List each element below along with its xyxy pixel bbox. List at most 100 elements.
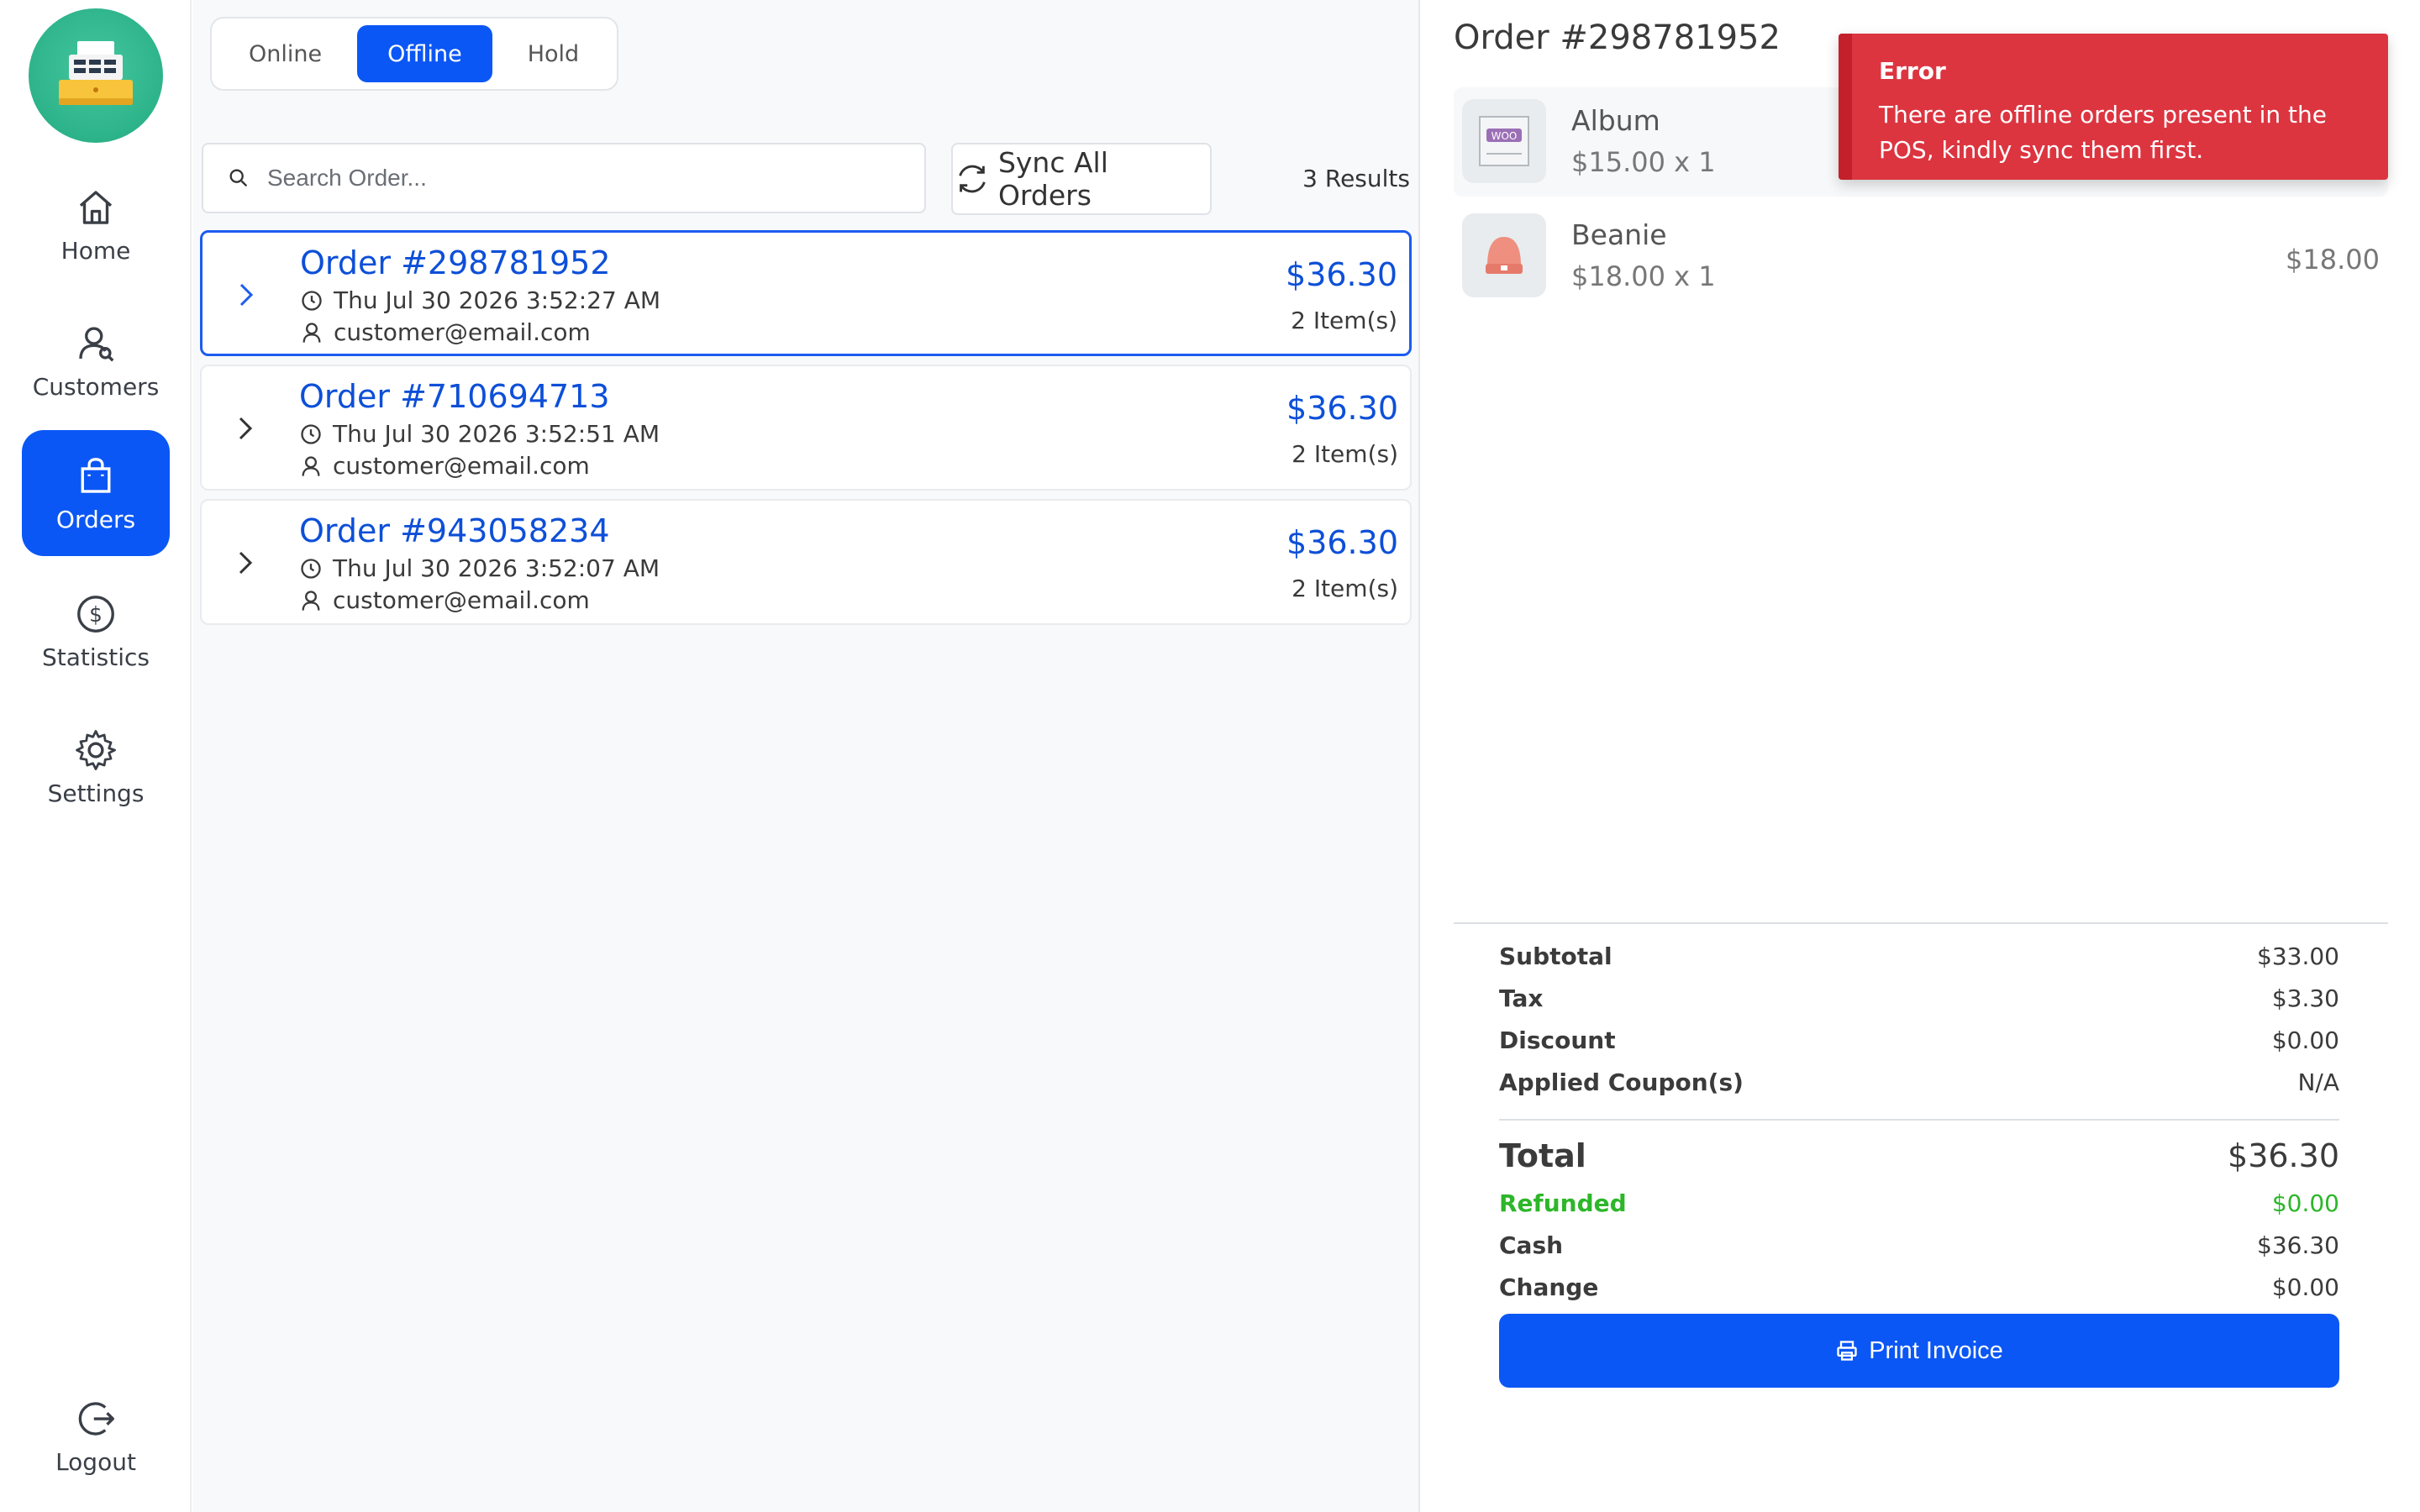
order-datetime: Thu Jul 30 2026 3:52:07 AM — [333, 554, 660, 582]
order-detail-title: Order #298781952 — [1454, 18, 1781, 57]
svg-text:$: $ — [89, 602, 103, 627]
sidebar-item-settings[interactable]: Settings — [22, 704, 170, 830]
sidebar-item-statistics[interactable]: $ Statistics — [22, 568, 170, 694]
total-row: Total $36.30 — [1499, 1137, 2339, 1174]
order-email-row: customer@email.com — [299, 586, 590, 614]
search-icon — [229, 169, 248, 187]
orders-list-panel: Online Offline Hold Sync All Orders 3 Re… — [193, 0, 1420, 1512]
toast-title: Error — [1879, 57, 1946, 85]
print-invoice-button[interactable]: Print Invoice — [1499, 1314, 2339, 1388]
clock-icon — [301, 423, 321, 444]
order-card[interactable]: Order #710694713 Thu Jul 30 2026 3:52:51… — [200, 365, 1412, 491]
line-item-name: Album — [1571, 104, 1660, 137]
svg-text:WOO: WOO — [1491, 130, 1518, 142]
tab-online[interactable]: Online — [218, 25, 352, 82]
subtotal-value: $33.00 — [2257, 942, 2339, 970]
subtotal-label: Subtotal — [1499, 942, 1612, 970]
order-status-tabs: Online Offline Hold — [210, 17, 618, 91]
print-invoice-label: Print Invoice — [1869, 1336, 2003, 1364]
order-email: customer@email.com — [334, 318, 591, 346]
tab-offline[interactable]: Offline — [357, 25, 492, 82]
beanie-icon — [1486, 237, 1523, 274]
sync-label: Sync All Orders — [997, 146, 1108, 212]
discount-label: Discount — [1499, 1026, 1616, 1054]
toast-message: There are offline orders present in the … — [1879, 101, 2327, 164]
tax-row: Tax $3.30 — [1499, 984, 2339, 1012]
tax-value: $3.30 — [2271, 984, 2339, 1012]
tax-label: Tax — [1499, 984, 1544, 1012]
sidebar-item-home[interactable]: Home — [22, 161, 170, 287]
line-item-price-qty: $15.00 x 1 — [1571, 146, 1716, 178]
error-toast[interactable]: Error There are offline orders present i… — [1839, 34, 2388, 180]
total-divider — [1499, 1119, 2339, 1121]
chevron-right-icon — [239, 551, 253, 575]
order-id: Order #298781952 — [300, 244, 611, 281]
order-datetime: Thu Jul 30 2026 3:52:51 AM — [333, 420, 660, 448]
sync-icon — [959, 165, 986, 193]
clock-icon — [301, 558, 321, 579]
cash-register-icon — [59, 41, 133, 105]
order-datetime-row: Thu Jul 30 2026 3:52:27 AM — [300, 286, 660, 314]
order-id: Order #710694713 — [299, 378, 610, 415]
order-email: customer@email.com — [333, 452, 590, 480]
sidebar-item-label: Statistics — [42, 643, 150, 671]
clock-icon — [302, 290, 322, 311]
sidebar-item-label: Settings — [47, 779, 145, 807]
order-datetime-row: Thu Jul 30 2026 3:52:51 AM — [299, 420, 660, 448]
refunded-row: Refunded $0.00 — [1499, 1189, 2339, 1217]
search-input[interactable] — [267, 165, 906, 192]
user-icon — [302, 455, 320, 476]
sidebar-item-customers[interactable]: Customers — [22, 297, 170, 423]
cash-value: $36.30 — [2257, 1231, 2339, 1259]
coupon-label: Applied Coupon(s) — [1499, 1068, 1744, 1096]
discount-value: $0.00 — [2271, 1026, 2339, 1054]
printer-icon — [1837, 1341, 1857, 1361]
total-value: $36.30 — [2228, 1137, 2339, 1174]
order-email-row: customer@email.com — [300, 318, 591, 346]
logout-button[interactable]: Logout — [22, 1373, 170, 1499]
order-card[interactable]: Order #943058234 Thu Jul 30 2026 3:52:07… — [200, 499, 1412, 625]
refunded-label: Refunded — [1499, 1189, 1627, 1217]
product-thumbnail — [1462, 213, 1546, 297]
sidebar-item-orders[interactable]: Orders — [22, 430, 170, 556]
cash-row: Cash $36.30 — [1499, 1231, 2339, 1259]
tab-hold[interactable]: Hold — [497, 25, 609, 82]
gear-icon — [76, 729, 116, 770]
line-item: Beanie $18.00 x 1 $18.00 — [1454, 202, 2388, 311]
product-thumbnail: WOO — [1462, 99, 1546, 183]
order-detail-panel: Order #298781952 WOO Album $15.00 x 1 Be… — [1422, 0, 2420, 1512]
order-card[interactable]: Order #298781952 Thu Jul 30 2026 3:52:27… — [200, 230, 1412, 356]
cash-label: Cash — [1499, 1231, 1564, 1259]
order-datetime: Thu Jul 30 2026 3:52:27 AM — [334, 286, 661, 314]
order-amount: $36.30 — [1286, 256, 1397, 293]
sidebar: Home Customers Orders $ Statistics Setti… — [0, 0, 192, 1512]
order-id: Order #943058234 — [299, 512, 610, 549]
order-email-row: customer@email.com — [299, 452, 590, 480]
order-amount: $36.30 — [1286, 524, 1398, 561]
order-item-count: 2 Item(s) — [1292, 440, 1398, 468]
customers-icon — [79, 326, 114, 361]
home-icon — [79, 190, 113, 224]
chevron-right-icon — [239, 283, 254, 307]
user-icon — [302, 590, 320, 611]
chevron-right-icon — [239, 417, 253, 440]
change-row: Change $0.00 — [1499, 1273, 2339, 1301]
total-label: Total — [1499, 1137, 1586, 1174]
subtotal-row: Subtotal $33.00 — [1499, 942, 2339, 970]
coupon-row: Applied Coupon(s) N/A — [1499, 1068, 2339, 1096]
album-icon: WOO — [1479, 116, 1529, 166]
dollar-circle-icon: $ — [77, 595, 114, 633]
user-icon — [302, 322, 321, 343]
sync-all-orders-button[interactable]: Sync All Orders — [951, 143, 1212, 215]
change-label: Change — [1499, 1273, 1599, 1301]
results-count: 3 Results — [1302, 165, 1410, 192]
orders-bag-icon — [81, 457, 111, 493]
coupon-value: N/A — [2297, 1068, 2339, 1096]
change-value: $0.00 — [2271, 1273, 2339, 1301]
sidebar-item-label: Home — [60, 236, 131, 265]
sidebar-item-label: Customers — [32, 372, 160, 401]
order-item-count: 2 Item(s) — [1291, 307, 1397, 334]
order-datetime-row: Thu Jul 30 2026 3:52:07 AM — [299, 554, 660, 582]
line-item-total: $18.00 — [2286, 244, 2380, 276]
toast-accent-bar — [1839, 34, 1852, 180]
